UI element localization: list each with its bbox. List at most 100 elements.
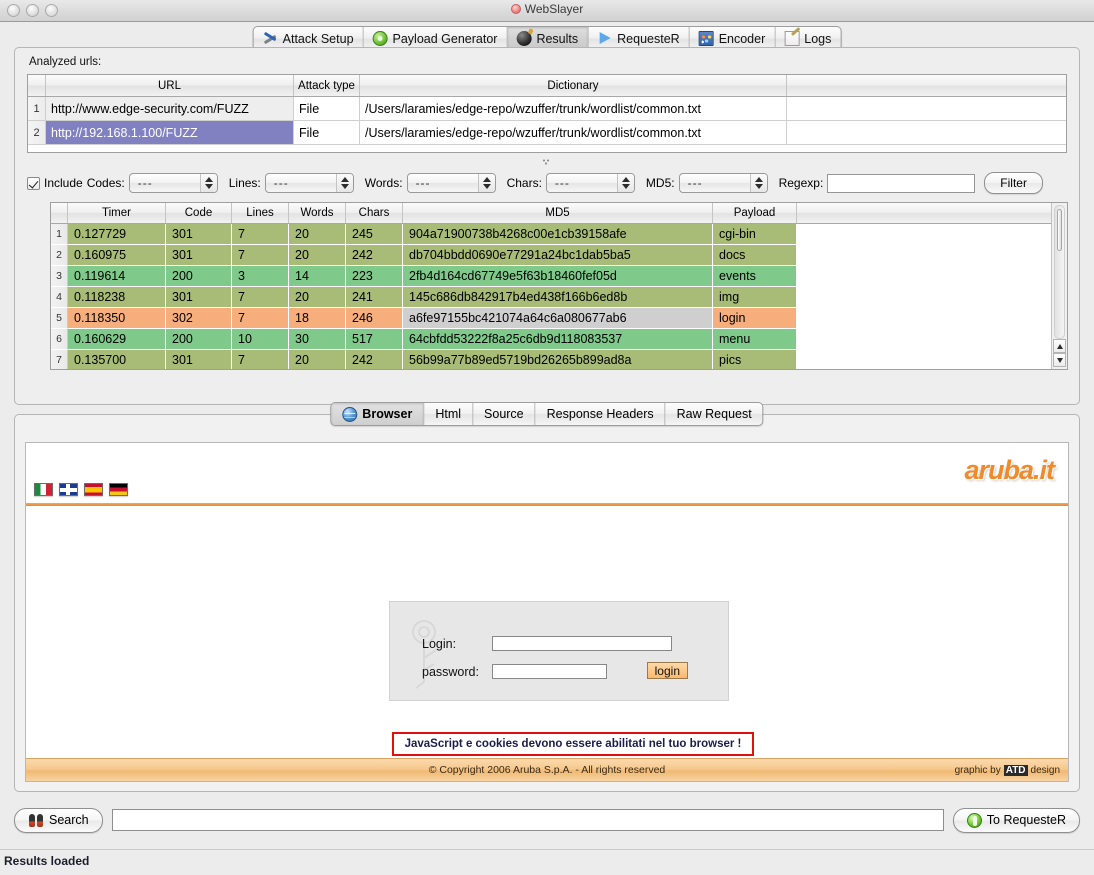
cell-timer[interactable]: 0.119614 xyxy=(68,266,166,287)
cell-md5[interactable]: 56b99a77b89ed5719bd26265b899ad8a xyxy=(403,350,713,369)
filter-button[interactable]: Filter xyxy=(984,172,1043,194)
cell-md5[interactable]: 2fb4d164cd67749e5f63b18460fef05d xyxy=(403,266,713,287)
cell-lines[interactable]: 7 xyxy=(232,287,289,308)
words-stepper[interactable]: --- xyxy=(406,173,496,193)
cell-words[interactable]: 18 xyxy=(289,308,346,329)
words-value[interactable]: --- xyxy=(408,176,478,190)
cell-words[interactable]: 30 xyxy=(289,329,346,350)
table-row[interactable]: 5 0.118350 302 7 18 246 a6fe97155bc42107… xyxy=(51,308,1051,329)
cell-payload[interactable]: login xyxy=(713,308,797,329)
chevron-up-icon[interactable] xyxy=(754,177,763,182)
to-requester-button[interactable]: To RequesteR xyxy=(952,807,1080,833)
analyzed-urls-table[interactable]: URL Attack type Dictionary 1 http://www.… xyxy=(27,74,1067,153)
words-stepper-arrows[interactable] xyxy=(477,174,495,192)
column-header-dictionary[interactable]: Dictionary xyxy=(360,75,787,96)
cell-timer[interactable]: 0.127729 xyxy=(68,224,166,245)
cell-md5[interactable]: 64cbfdd53222f8a25c6db9d118083537 xyxy=(403,329,713,350)
column-header-payload[interactable]: Payload xyxy=(713,203,797,223)
spain-flag-icon[interactable] xyxy=(84,483,103,496)
cell-chars[interactable]: 241 xyxy=(346,287,403,308)
cell-words[interactable]: 14 xyxy=(289,266,346,287)
chevron-down-icon[interactable] xyxy=(482,184,491,189)
column-header-timer[interactable]: Timer xyxy=(68,203,166,223)
cell-chars[interactable]: 517 xyxy=(346,329,403,350)
cell-code[interactable]: 302 xyxy=(166,308,232,329)
tab-response-headers[interactable]: Response Headers xyxy=(536,403,666,425)
md5-value[interactable]: --- xyxy=(680,176,750,190)
chevron-down-icon[interactable] xyxy=(340,184,349,189)
chevron-up-icon[interactable] xyxy=(482,177,491,182)
cell-url[interactable]: http://192.168.1.100/FUZZ xyxy=(46,121,294,144)
table-row[interactable]: 7 0.135700 301 7 20 242 56b99a77b89ed571… xyxy=(51,350,1051,369)
chevron-up-icon[interactable] xyxy=(204,177,213,182)
cell-payload[interactable]: pics xyxy=(713,350,797,369)
cell-words[interactable]: 20 xyxy=(289,224,346,245)
cell-lines[interactable]: 7 xyxy=(232,245,289,266)
lines-stepper-arrows[interactable] xyxy=(335,174,353,192)
chevron-down-icon[interactable] xyxy=(621,184,630,189)
column-header-code[interactable]: Code xyxy=(166,203,232,223)
cell-payload[interactable]: menu xyxy=(713,329,797,350)
table-row[interactable]: 6 0.160629 200 10 30 517 64cbfdd53222f8a… xyxy=(51,329,1051,350)
cell-md5[interactable]: a6fe97155bc421074a64c6a080677ab6 xyxy=(403,308,713,329)
cell-chars[interactable]: 246 xyxy=(346,308,403,329)
browser-viewport[interactable]: aruba.it Login: password: login JavaScri… xyxy=(25,442,1069,782)
tab-source[interactable]: Source xyxy=(473,403,536,425)
chevron-up-icon[interactable] xyxy=(621,177,630,182)
chevron-up-icon[interactable] xyxy=(340,177,349,182)
table-row[interactable]: 4 0.118238 301 7 20 241 145c686db842917b… xyxy=(51,287,1051,308)
cell-code[interactable]: 200 xyxy=(166,266,232,287)
cell-lines[interactable]: 7 xyxy=(232,308,289,329)
cell-attack-type[interactable]: File xyxy=(294,97,360,120)
scroll-down-button[interactable] xyxy=(1053,353,1066,367)
germany-flag-icon[interactable] xyxy=(109,483,128,496)
md5-stepper-arrows[interactable] xyxy=(749,174,767,192)
uk-flag-icon[interactable] xyxy=(59,483,78,496)
login-input[interactable] xyxy=(492,636,672,651)
cell-payload[interactable]: events xyxy=(713,266,797,287)
cell-dictionary[interactable]: /Users/laramies/edge-repo/wzuffer/trunk/… xyxy=(360,97,787,120)
results-table[interactable]: Timer Code Lines Words Chars MD5 Payload… xyxy=(50,202,1068,370)
cell-code[interactable]: 301 xyxy=(166,287,232,308)
column-header-url[interactable]: URL xyxy=(46,75,294,96)
md5-stepper[interactable]: --- xyxy=(678,173,768,193)
column-header-index[interactable] xyxy=(28,75,46,96)
cell-lines[interactable]: 10 xyxy=(232,329,289,350)
cell-dictionary[interactable]: /Users/laramies/edge-repo/wzuffer/trunk/… xyxy=(360,121,787,144)
cell-chars[interactable]: 223 xyxy=(346,266,403,287)
password-input[interactable] xyxy=(492,664,607,679)
cell-words[interactable]: 20 xyxy=(289,245,346,266)
cell-payload[interactable]: cgi-bin xyxy=(713,224,797,245)
cell-code[interactable]: 301 xyxy=(166,245,232,266)
cell-words[interactable]: 20 xyxy=(289,350,346,369)
codes-stepper-arrows[interactable] xyxy=(199,174,217,192)
chars-value[interactable]: --- xyxy=(547,176,617,190)
cell-timer[interactable]: 0.160629 xyxy=(68,329,166,350)
tab-browser[interactable]: Browser xyxy=(331,403,425,425)
login-submit-button[interactable]: login xyxy=(646,662,688,679)
cell-attack-type[interactable]: File xyxy=(294,121,360,144)
cell-timer[interactable]: 0.118350 xyxy=(68,308,166,329)
search-input[interactable] xyxy=(111,809,944,831)
italy-flag-icon[interactable] xyxy=(34,483,53,496)
tab-html[interactable]: Html xyxy=(424,403,474,425)
splitter-handle[interactable] xyxy=(15,156,1079,168)
cell-payload[interactable]: img xyxy=(713,287,797,308)
lines-stepper[interactable]: --- xyxy=(264,173,354,193)
cell-lines[interactable]: 7 xyxy=(232,224,289,245)
chars-stepper-arrows[interactable] xyxy=(616,174,634,192)
column-header-md5[interactable]: MD5 xyxy=(403,203,713,223)
column-header-words[interactable]: Words xyxy=(289,203,346,223)
cell-md5[interactable]: db704bbdd0690e77291a24bc1dab5ba5 xyxy=(403,245,713,266)
cell-words[interactable]: 20 xyxy=(289,287,346,308)
codes-stepper[interactable]: --- xyxy=(128,173,218,193)
search-button[interactable]: Search xyxy=(14,807,103,833)
cell-code[interactable]: 301 xyxy=(166,224,232,245)
cell-lines[interactable]: 7 xyxy=(232,350,289,369)
cell-code[interactable]: 301 xyxy=(166,350,232,369)
cell-md5[interactable]: 904a71900738b4268c00e1cb39158afe xyxy=(403,224,713,245)
column-header-lines[interactable]: Lines xyxy=(232,203,289,223)
regexp-input[interactable] xyxy=(827,173,976,193)
column-header-chars[interactable]: Chars xyxy=(346,203,403,223)
codes-value[interactable]: --- xyxy=(130,176,200,190)
